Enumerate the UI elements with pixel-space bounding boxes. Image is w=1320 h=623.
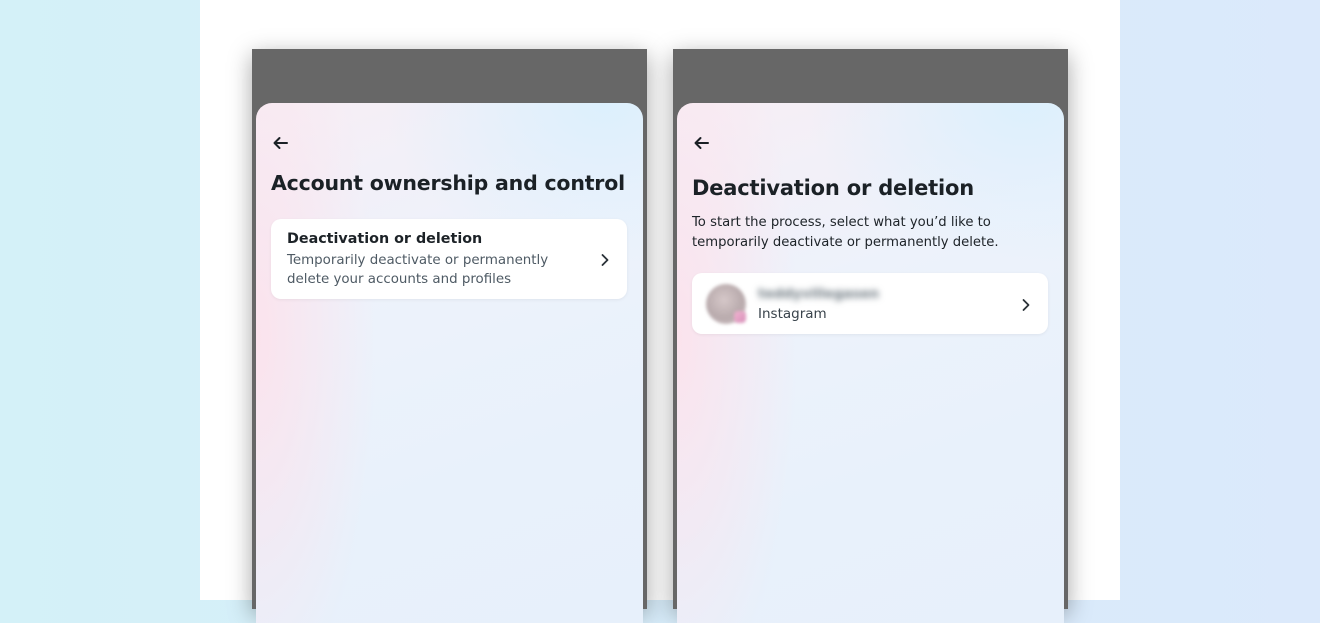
page-title: Account ownership and control [271,171,625,195]
back-arrow-icon[interactable] [691,133,713,153]
account-ownership-screen: Account ownership and control Deactivati… [256,103,643,623]
account-platform: Instagram [758,306,827,322]
phone-frame-right: Deactivation or deletion To start the pr… [673,49,1068,623]
instagram-account-option[interactable]: teddyvillegasen Instagram [692,273,1048,334]
deactivation-deletion-option[interactable]: Deactivation or deletion Temporarily dea… [271,219,627,299]
page-title: Deactivation or deletion [692,176,974,200]
option-description: Temporarily deactivate or permanently de… [287,253,549,287]
instagram-badge-icon [734,311,746,323]
deactivation-deletion-screen: Deactivation or deletion To start the pr… [677,103,1064,623]
phone-frame-left: Account ownership and control Deactivati… [252,49,647,623]
account-username: teddyvillegasen [758,286,880,302]
chevron-right-icon [1020,297,1032,311]
back-arrow-icon[interactable] [270,133,292,153]
option-title: Deactivation or deletion [287,231,483,247]
chevron-right-icon [599,252,611,266]
page-subtitle: To start the process, select what you’d … [692,215,999,250]
